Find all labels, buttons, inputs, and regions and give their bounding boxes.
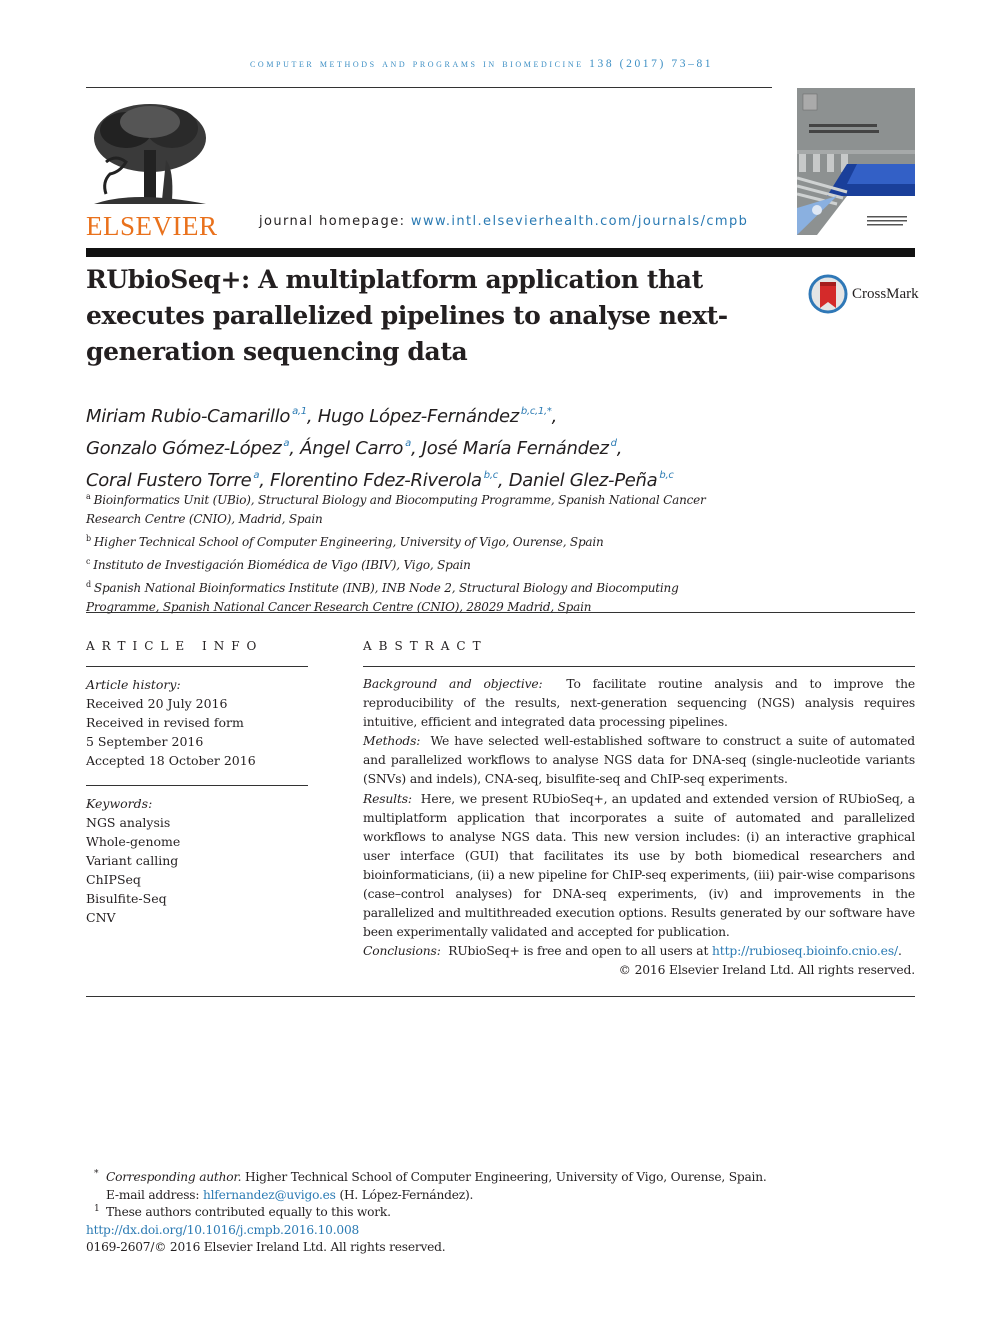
divider bbox=[86, 612, 915, 613]
author[interactable]: Ángel Carro a bbox=[300, 438, 411, 459]
equal-contribution-text: These authors contributed equally to thi… bbox=[106, 1205, 391, 1219]
corresponding-label: Corresponding author. bbox=[106, 1170, 242, 1184]
email-label: E-mail address: bbox=[106, 1187, 200, 1202]
running-head: computer methods and programs in biomedi… bbox=[250, 58, 714, 70]
author-list: Miriam Rubio-Camarillo a,1, Hugo López-Fe… bbox=[86, 398, 806, 494]
affiliation-key: d bbox=[86, 580, 91, 589]
issn-copyright: 0169-2607/© 2016 Elsevier Ireland Ltd. A… bbox=[86, 1240, 446, 1254]
rubioseq-link[interactable]: http://rubioseq.bioinfo.cnio.es/ bbox=[712, 944, 898, 958]
affiliation-key: b bbox=[86, 534, 91, 543]
journal-cover-image bbox=[797, 88, 915, 235]
email-owner: (H. López-Fernández). bbox=[339, 1187, 474, 1202]
footnote-mark: 1 bbox=[94, 1204, 100, 1214]
email-note: E-mail address: hlfernandez@uvigo.es (H.… bbox=[86, 1187, 846, 1205]
abstract-background: Background and objective: To facilitate … bbox=[363, 675, 915, 732]
homepage-link[interactable]: www.intl.elsevierhealth.com/journals/cmp… bbox=[411, 214, 748, 229]
keywords: Keywords: NGS analysis Whole-genome Vari… bbox=[86, 794, 308, 927]
background-label: Background and objective: bbox=[363, 677, 543, 691]
affiliation-text: Spanish National Bioinformatics Institut… bbox=[86, 581, 679, 614]
footnotes: * Corresponding author. Higher Technical… bbox=[86, 1169, 846, 1257]
corresponding-author-note: * Corresponding author. Higher Technical… bbox=[86, 1169, 846, 1187]
keyword: CNV bbox=[86, 910, 116, 925]
separator: , bbox=[410, 438, 422, 459]
affiliation-key: c bbox=[86, 557, 91, 566]
footnote-mark: * bbox=[94, 1169, 99, 1179]
email-link[interactable]: hlfernandez@uvigo.es bbox=[203, 1188, 336, 1202]
abstract-conclusions: Conclusions: RUbioSeq+ is free and open … bbox=[363, 942, 915, 961]
author-affiliation-marker[interactable]: b,c,1,* bbox=[521, 406, 552, 417]
history-item: Received in revised form bbox=[86, 715, 244, 730]
keyword: NGS analysis bbox=[86, 815, 171, 830]
crossmark-label: CrossMark bbox=[852, 285, 919, 302]
header-rule bbox=[86, 87, 772, 88]
abstract-results: Results: Here, we present RUbioSeq+, an … bbox=[363, 790, 915, 943]
author[interactable]: Miriam Rubio-Camarillo a,1 bbox=[86, 406, 307, 427]
punctuation: . bbox=[897, 944, 902, 959]
article-history-label: Article history: bbox=[86, 677, 181, 692]
author-affiliation-marker[interactable]: a,1 bbox=[292, 406, 307, 417]
results-label: Results: bbox=[363, 791, 412, 806]
article-info-heading: ARTICLE INFO bbox=[86, 639, 264, 653]
history-item: Received 20 July 2016 bbox=[86, 696, 228, 711]
author[interactable]: José María Fernández d bbox=[422, 438, 617, 459]
methods-label: Methods: bbox=[363, 734, 421, 749]
divider bbox=[363, 666, 915, 667]
abstract-heading: ABSTRACT bbox=[363, 639, 488, 653]
author[interactable]: Hugo López-Fernández b,c,1,* bbox=[318, 406, 552, 427]
tree-icon bbox=[94, 104, 206, 204]
author-affiliation-marker[interactable]: b,c bbox=[484, 470, 498, 481]
divider bbox=[86, 666, 308, 667]
abstract-copyright: © 2016 Elsevier Ireland Ltd. All rights … bbox=[618, 963, 915, 978]
separator: , bbox=[616, 438, 623, 459]
methods-text: We have selected well-established softwa… bbox=[363, 734, 915, 787]
journal-homepage: journal homepage: www.intl.elsevierhealt… bbox=[259, 214, 748, 229]
keyword: Bisulfite-Seq bbox=[86, 891, 167, 906]
affiliation: c Instituto de Investigación Biomédica de… bbox=[86, 552, 726, 575]
author-name: Hugo López-Fernández bbox=[317, 406, 520, 427]
results-text: Here, we present RUbioSeq+, an updated a… bbox=[363, 791, 915, 940]
conclusions-label: Conclusions: bbox=[363, 944, 441, 959]
crossmark-icon bbox=[808, 274, 848, 314]
abstract-body: Background and objective: To facilitate … bbox=[363, 675, 915, 981]
affiliation-text: Instituto de Investigación Biomédica de … bbox=[93, 558, 471, 572]
affiliation: a Bioinformatics Unit (UBio), Structural … bbox=[86, 487, 726, 529]
separator: , bbox=[551, 406, 558, 427]
corresponding-text: Higher Technical School of Computer Engi… bbox=[245, 1170, 767, 1184]
elsevier-wordmark: ELSEVIER bbox=[86, 211, 218, 241]
keyword: Variant calling bbox=[86, 853, 179, 868]
author-name: Ángel Carro bbox=[300, 438, 404, 459]
author[interactable]: Gonzalo Gómez-López a bbox=[86, 438, 290, 459]
author-name: José María Fernández bbox=[421, 438, 609, 459]
author-name: Miriam Rubio-Camarillo bbox=[86, 406, 291, 427]
homepage-label: journal homepage: bbox=[259, 214, 406, 229]
divider bbox=[86, 785, 308, 786]
separator: , bbox=[306, 406, 318, 427]
affiliation-key: a bbox=[86, 492, 91, 501]
history-item: Accepted 18 October 2016 bbox=[86, 753, 256, 768]
elsevier-logo: ELSEVIER bbox=[86, 100, 218, 241]
affiliation-list: a Bioinformatics Unit (UBio), Structural … bbox=[86, 487, 726, 617]
masthead-bar bbox=[86, 248, 915, 257]
abstract-methods: Methods: We have selected well-establish… bbox=[363, 732, 915, 789]
crossmark-badge[interactable]: CrossMark bbox=[808, 274, 920, 314]
conclusions-text: RUbioSeq+ is free and open to all users … bbox=[448, 944, 709, 959]
history-item: 5 September 2016 bbox=[86, 734, 204, 749]
equal-contribution-note: 1 These authors contributed equally to t… bbox=[86, 1204, 846, 1222]
author-affiliation-marker[interactable]: b,c bbox=[659, 470, 673, 481]
separator: , bbox=[289, 438, 301, 459]
keyword: Whole-genome bbox=[86, 834, 181, 849]
doi-link[interactable]: http://dx.doi.org/10.1016/j.cmpb.2016.10… bbox=[86, 1222, 846, 1240]
divider bbox=[86, 996, 915, 997]
affiliation-text: Higher Technical School of Computer Engi… bbox=[93, 535, 604, 549]
affiliation-text: Bioinformatics Unit (UBio), Structural B… bbox=[86, 493, 706, 526]
affiliation: d Spanish National Bioinformatics Institu… bbox=[86, 575, 726, 617]
keyword: ChIPSeq bbox=[86, 872, 141, 887]
author-name: Gonzalo Gómez-López bbox=[86, 438, 282, 459]
article-history: Article history: Received 20 July 2016 R… bbox=[86, 675, 308, 770]
keywords-label: Keywords: bbox=[86, 796, 153, 811]
affiliation: b Higher Technical School of Computer Eng… bbox=[86, 529, 726, 552]
article-title: RUbioSeq+: A multiplatform application t… bbox=[86, 265, 728, 366]
